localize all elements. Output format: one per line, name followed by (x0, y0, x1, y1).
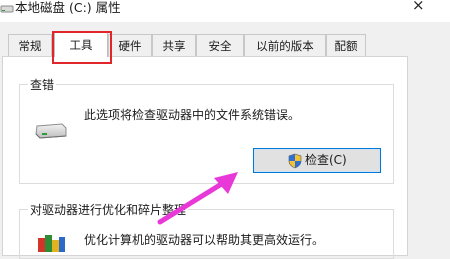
title-bar: 本地磁盘 (C:) 属性 × (0, 0, 450, 22)
check-button[interactable]: 检查(C) (253, 148, 381, 173)
window-title: 本地磁盘 (C:) 属性 (15, 0, 121, 15)
close-icon[interactable]: × (412, 0, 425, 13)
drive-icon (35, 123, 67, 139)
tab-highlight-box (52, 31, 112, 64)
tab-previous-versions[interactable]: 以前的版本 (244, 34, 326, 56)
tab-hardware[interactable]: 硬件 (108, 34, 152, 56)
drive-title-icon (0, 5, 14, 13)
tab-sharing[interactable]: 共享 (152, 34, 196, 56)
uac-shield-icon (288, 153, 302, 169)
error-check-legend: 查错 (28, 78, 57, 92)
tab-security[interactable]: 安全 (196, 34, 244, 56)
check-button-label: 检查(C) (305, 153, 347, 167)
tab-general[interactable]: 常规 (8, 34, 52, 56)
error-check-description: 此选项将检查驱动器中的文件系统错误。 (84, 108, 301, 122)
defrag-icon (38, 235, 65, 252)
tab-quota[interactable]: 配额 (326, 34, 366, 56)
pointer-arrow-icon (157, 172, 238, 225)
optimize-description: 优化计算机的驱动器可以帮助其更高效运行。 (84, 233, 325, 247)
